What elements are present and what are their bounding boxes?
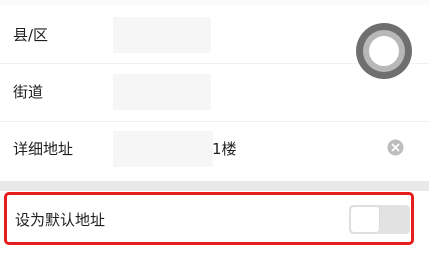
district-value-redacted xyxy=(113,17,211,53)
switch-knob[interactable] xyxy=(351,207,379,232)
street-value-redacted xyxy=(113,74,211,110)
top-edge xyxy=(0,0,429,5)
detail-address-value[interactable]: 1楼 xyxy=(212,139,237,159)
address-form: 县/区 街道 详细地址 1楼 xyxy=(0,0,429,181)
default-address-label: 设为默认地址 xyxy=(15,211,106,229)
clear-circle-icon[interactable] xyxy=(387,139,404,156)
district-label: 县/区 xyxy=(13,26,49,44)
detail-address-row[interactable]: 详细地址 1楼 xyxy=(0,120,429,178)
street-label: 街道 xyxy=(13,83,44,101)
default-address-switch[interactable] xyxy=(349,205,410,234)
detail-address-label: 详细地址 xyxy=(13,140,74,158)
detail-address-redacted xyxy=(113,131,213,167)
floating-ball-icon[interactable] xyxy=(355,22,413,80)
